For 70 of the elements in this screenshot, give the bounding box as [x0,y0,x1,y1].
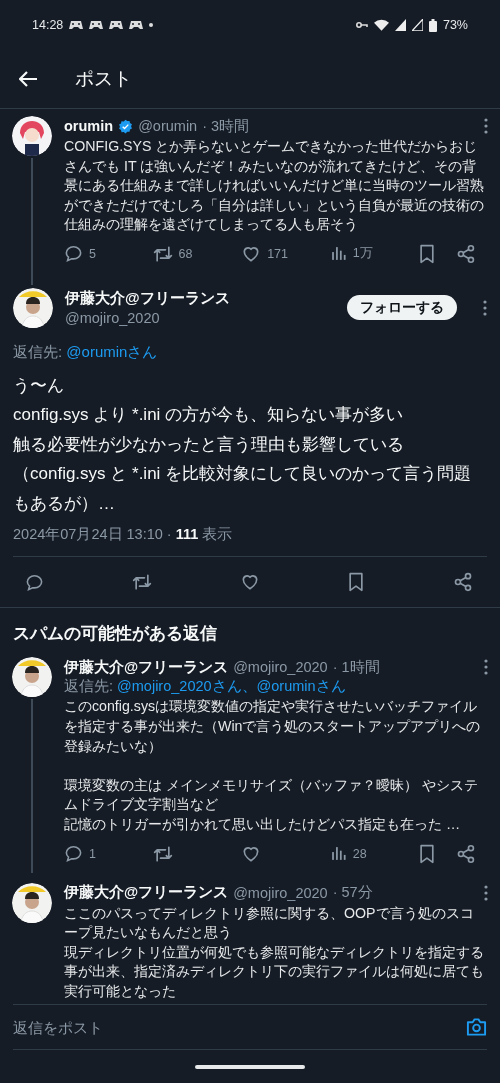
repost-count: 68 [178,246,193,261]
more-icon[interactable] [484,118,488,134]
reply-to-link[interactable]: @oruminさん [66,342,158,360]
key-icon [355,21,368,29]
share-icon[interactable] [453,572,473,593]
clock-time: 14:28 [32,18,64,32]
camera-icon[interactable] [466,1018,487,1036]
display-name[interactable]: 伊藤大介@フリーランス [65,289,335,309]
reply-to-link[interactable]: @mojiro_2020さん、@oruminさん [117,678,346,695]
display-name[interactable]: 伊藤大介@フリーランス [64,657,229,677]
signal-icon [411,19,423,31]
bookmark-icon[interactable] [418,243,437,264]
post-time: · 1時間 [332,657,380,677]
post-text-line: 記憶のトリガーが引かれて思い出したけどパス指定も在った … [64,815,462,835]
post-text-line: 触る必要性が少なかったと言う理由も影響している [13,433,405,456]
post-text-line: 現ディレクトリ位置が何処でも参照可能なディレクトリを指定する事が出来、指定済みディレクトリ下の実行ファイルは何処に居ても実行可能となった [64,942,484,1001]
post-text-line: このconfig.sysは環境変数値の指定や実行させたいバッチファイルを指定する事が出来た（Winで言う処のスタートアップアプリへの登録みたいな） [64,697,482,756]
post-text-line: 環境変数の主は メインメモリサイズ（バッファ？曖昧） やシステムドライブ文字割当など [64,775,479,815]
reply-field[interactable]: 返信をポスト [13,1018,466,1036]
display-name[interactable]: 伊藤大介@フリーランス [64,883,229,903]
more-icon[interactable] [484,659,488,676]
signal-icon [394,19,406,31]
reply-icon[interactable] [64,244,83,264]
reply-icon[interactable] [25,572,44,592]
follow-button[interactable]: フォローする [347,295,457,321]
section-heading: スパムの可能性がある返信 [13,624,217,644]
avatar-icon[interactable] [12,657,52,698]
display-name[interactable]: orumin [64,118,114,134]
battery-icon [428,18,437,32]
post-time: · 57分 [332,883,373,903]
avatar-icon[interactable] [12,116,52,156]
post-text-line: config.sys より *.ini の方が今も、知らない事が多い [13,404,405,427]
more-icon[interactable] [483,299,487,316]
reply-count: 5 [89,246,96,261]
user-handle[interactable]: @mojiro_2020 [233,659,328,676]
reply-to-label: 返信先: [13,342,63,360]
gamepad-icon [109,20,124,30]
bookmark-icon[interactable] [347,572,366,593]
user-handle[interactable]: @mojiro_2020 [65,310,335,327]
gamepad-icon [69,20,84,30]
view-count: 28 [352,846,367,861]
reply-count: 1 [89,846,96,861]
post-text-line: ここのパスってディレクトリ参照に関する、OOPで言う処のスコープ見たいなもんだと思う [64,903,475,943]
bar-chart-icon[interactable] [329,845,347,863]
post-date-views: 2024年07月24日 13:10 · 111 表示 [13,525,487,558]
home-indicator[interactable] [195,1064,305,1069]
gamepad-icon [129,20,144,30]
gamepad-icon [89,20,104,30]
user-handle[interactable]: @orumin [138,118,198,134]
bar-chart-icon[interactable] [329,245,347,263]
reply-to-label: 返信先: [64,678,114,695]
share-icon[interactable] [456,243,476,264]
like-count: 171 [267,246,288,261]
avatar-icon[interactable] [12,882,52,923]
wifi-icon [373,19,389,31]
post-time: · 3時間 [202,116,250,136]
bookmark-icon[interactable] [418,843,437,864]
page-title: ポスト [75,67,132,91]
view-count: 1万 [352,245,373,263]
share-icon[interactable] [456,843,476,864]
more-icon[interactable] [484,884,488,901]
avatar-icon[interactable] [13,287,53,328]
back-arrow-icon[interactable] [19,71,38,87]
post-text-line: う〜ん [13,374,65,397]
dot-icon [149,23,154,27]
battery-percent: 73% [442,18,468,32]
reply-icon[interactable] [64,844,83,864]
user-handle[interactable]: @mojiro_2020 [233,884,328,901]
post-text-line: （config.sys と *.ini を比較対象にして良いのかって言う問題もあるが）… [13,463,473,515]
post-text-line: CONFIG.SYS とか弄らないとゲームできなかった世代だからおじさんでも IT は強いんだぞ！みたいなのが流れてきたけど、その背景にある仕組みまで詳しければいいんだけど単に当時のツール習熟ができただけでむしろ「自分は詳しい」という自負が最近の技術の仕組みの理解を遠ざけてしまってる人も居そう [64,137,484,235]
